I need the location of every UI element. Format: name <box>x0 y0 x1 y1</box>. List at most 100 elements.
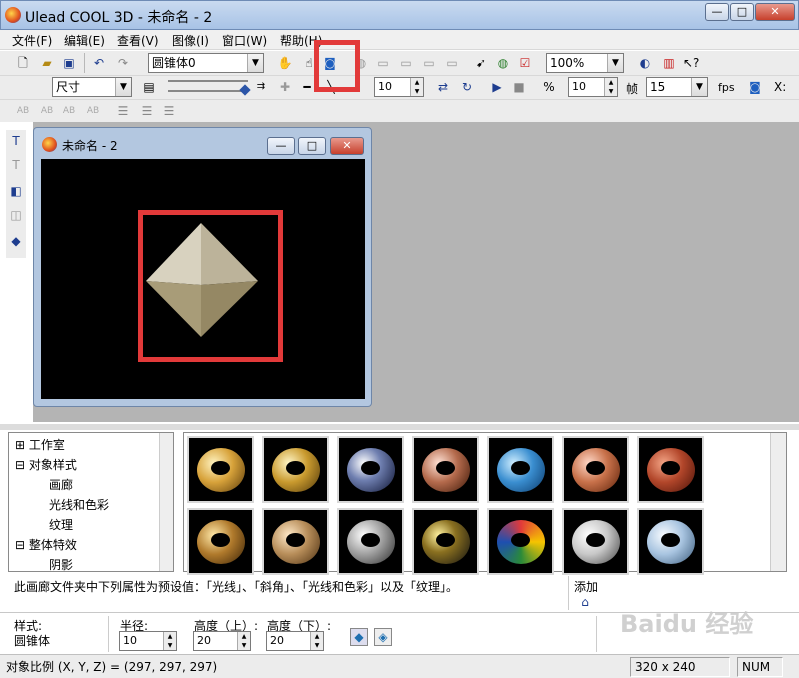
swap-icon[interactable]: ⇄ <box>434 78 452 96</box>
arrows-icon[interactable]: ⇉ <box>252 78 270 96</box>
diamond-shape-icon[interactable]: ◈ <box>374 628 392 646</box>
globe-icon[interactable]: ◍ <box>494 54 512 72</box>
plugin-icon[interactable]: ◐ <box>636 54 654 72</box>
gallery-thumb[interactable] <box>337 508 404 575</box>
refresh-icon[interactable]: ↻ <box>458 78 476 96</box>
gallery-thumb[interactable] <box>262 436 329 503</box>
tree-node-studio[interactable]: ⊞ 工作室 <box>15 436 65 453</box>
menu-image[interactable]: 图像(I) <box>172 32 209 49</box>
paint-icon[interactable]: ◆ <box>7 232 25 250</box>
gallery-thumb[interactable] <box>187 508 254 575</box>
close-button[interactable]: ✕ <box>755 3 795 21</box>
spin-arrows-icon[interactable]: ▲ ▼ <box>604 78 617 96</box>
size-mode-select[interactable]: 尺寸 ▼ <box>52 77 132 97</box>
frames-select[interactable]: 15 ▼ <box>646 77 708 97</box>
separator <box>596 616 597 652</box>
tree-node-light-color[interactable]: 光线和色彩 <box>49 496 109 513</box>
radius-stepper[interactable]: 10 ▲ ▼ <box>119 631 177 651</box>
slider-track-2[interactable] <box>168 90 248 92</box>
spin-arrows-icon[interactable]: ▲ ▼ <box>410 78 423 96</box>
maximize-button[interactable]: □ <box>730 3 754 21</box>
zoom-select[interactable]: 100% ▼ <box>546 53 624 73</box>
insert-shape-icon[interactable]: ◫ <box>7 206 25 224</box>
stop-icon[interactable]: ■ <box>510 78 528 96</box>
cone-shape-icon[interactable]: ◆ <box>350 628 368 646</box>
separator <box>568 576 569 610</box>
align-center-icon[interactable]: ☰ <box>138 102 156 120</box>
doc-minimize-button[interactable]: — <box>267 137 295 155</box>
spin-arrows-icon[interactable]: ▲ ▼ <box>237 632 250 650</box>
gallery-thumb[interactable] <box>262 508 329 575</box>
undo-icon[interactable]: ↶ <box>90 54 108 72</box>
frame-icon[interactable]: ▭ <box>397 54 415 72</box>
window-title: Ulead COOL 3D - 未命名 - 2 <box>25 10 213 26</box>
text-vertical2-icon[interactable]: AB <box>84 102 102 120</box>
align-left-icon[interactable]: ☰ <box>114 102 132 120</box>
redo-icon[interactable]: ↷ <box>114 54 132 72</box>
menu-file[interactable]: 文件(F) <box>12 32 52 49</box>
text-toolbar: AB AB AB AB ☰ ☰ ☰ <box>0 99 799 122</box>
tree-node-shadow[interactable]: 阴影 <box>49 556 73 573</box>
save-icon[interactable]: ▣ <box>60 54 78 72</box>
help-book-icon[interactable]: ▥ <box>660 54 678 72</box>
add-to-gallery-icon[interactable]: ⌂ <box>576 593 594 611</box>
percent-icon[interactable]: % <box>540 78 558 96</box>
align-right-icon[interactable]: ☰ <box>160 102 178 120</box>
height-bottom-stepper[interactable]: 20 ▲ ▼ <box>266 631 324 651</box>
context-help-icon[interactable]: ↖? <box>682 54 700 72</box>
gallery-thumb[interactable] <box>412 508 479 575</box>
gallery-thumb[interactable] <box>562 436 629 503</box>
frame3-icon[interactable]: ▭ <box>443 54 461 72</box>
insert-text-icon[interactable]: T <box>7 132 25 150</box>
gallery-thumb[interactable] <box>562 508 629 575</box>
gallery-thumb[interactable] <box>187 436 254 503</box>
tree-node-global-fx[interactable]: ⊟ 整体特效 <box>15 536 77 553</box>
gallery-thumb[interactable] <box>412 436 479 503</box>
tree-node-texture[interactable]: 纹理 <box>49 516 73 533</box>
minimize-button[interactable]: — <box>705 3 729 21</box>
doc-close-button[interactable]: ✕ <box>330 137 364 155</box>
tree-node-gallery[interactable]: 画廊 <box>49 476 73 493</box>
tree-node-object-style[interactable]: ⊟ 对象样式 <box>15 456 77 473</box>
size-object-icon[interactable]: ◙ <box>746 78 764 96</box>
gallery-thumb[interactable] <box>337 436 404 503</box>
menu-edit[interactable]: 编辑(E) <box>64 32 105 49</box>
camera-icon[interactable]: ▭ <box>374 54 392 72</box>
doc-icon <box>42 137 57 152</box>
tree-scrollbar[interactable] <box>159 433 173 571</box>
gallery-thumb[interactable] <box>637 508 704 575</box>
insert-geometry-icon[interactable]: ◧ <box>7 182 25 200</box>
height-top-stepper[interactable]: 20 ▲ ▼ <box>193 631 251 651</box>
play-icon[interactable]: ▶ <box>488 78 506 96</box>
spin-arrows-icon[interactable]: ▲ ▼ <box>163 632 176 650</box>
align-icon[interactable]: ▤ <box>140 78 158 96</box>
spin-arrows-icon[interactable]: ▲ ▼ <box>310 632 323 650</box>
object-select[interactable]: 圆锥体0 ▼ <box>148 53 264 73</box>
vertical-toolbar: T T ◧ ◫ ◆ <box>6 130 26 258</box>
open-folder-icon[interactable]: ▰ <box>38 54 56 72</box>
hand-move-icon[interactable]: ✋ <box>276 54 294 72</box>
slider-thumb[interactable] <box>239 84 251 96</box>
frame2-icon[interactable]: ▭ <box>420 54 438 72</box>
text-spacing-icon[interactable]: AB <box>14 102 32 120</box>
plus-icon[interactable]: ✚ <box>276 78 294 96</box>
value2-stepper[interactable]: 10 ▲ ▼ <box>568 77 618 97</box>
gallery-scrollbar[interactable] <box>770 433 786 571</box>
new-file-icon[interactable]: 🗋 <box>14 54 32 72</box>
pointer-icon[interactable]: ➹ <box>472 54 490 72</box>
slider-track[interactable] <box>168 80 248 82</box>
edit-text-icon[interactable]: T <box>7 156 25 174</box>
doc-maximize-button[interactable]: □ <box>298 137 326 155</box>
text-spacing2-icon[interactable]: AB <box>38 102 56 120</box>
menu-window[interactable]: 窗口(W) <box>222 32 267 49</box>
frame-label: 帧 <box>626 82 639 96</box>
highlight-box-canvas <box>138 210 283 362</box>
chart-icon[interactable]: ☑ <box>516 54 534 72</box>
value1-stepper[interactable]: 10 ▲ ▼ <box>374 77 424 97</box>
splitter[interactable] <box>0 424 799 430</box>
gallery-thumb[interactable] <box>487 508 554 575</box>
menu-view[interactable]: 查看(V) <box>117 32 159 49</box>
gallery-thumb[interactable] <box>487 436 554 503</box>
gallery-thumb[interactable] <box>637 436 704 503</box>
text-vertical-icon[interactable]: AB <box>60 102 78 120</box>
